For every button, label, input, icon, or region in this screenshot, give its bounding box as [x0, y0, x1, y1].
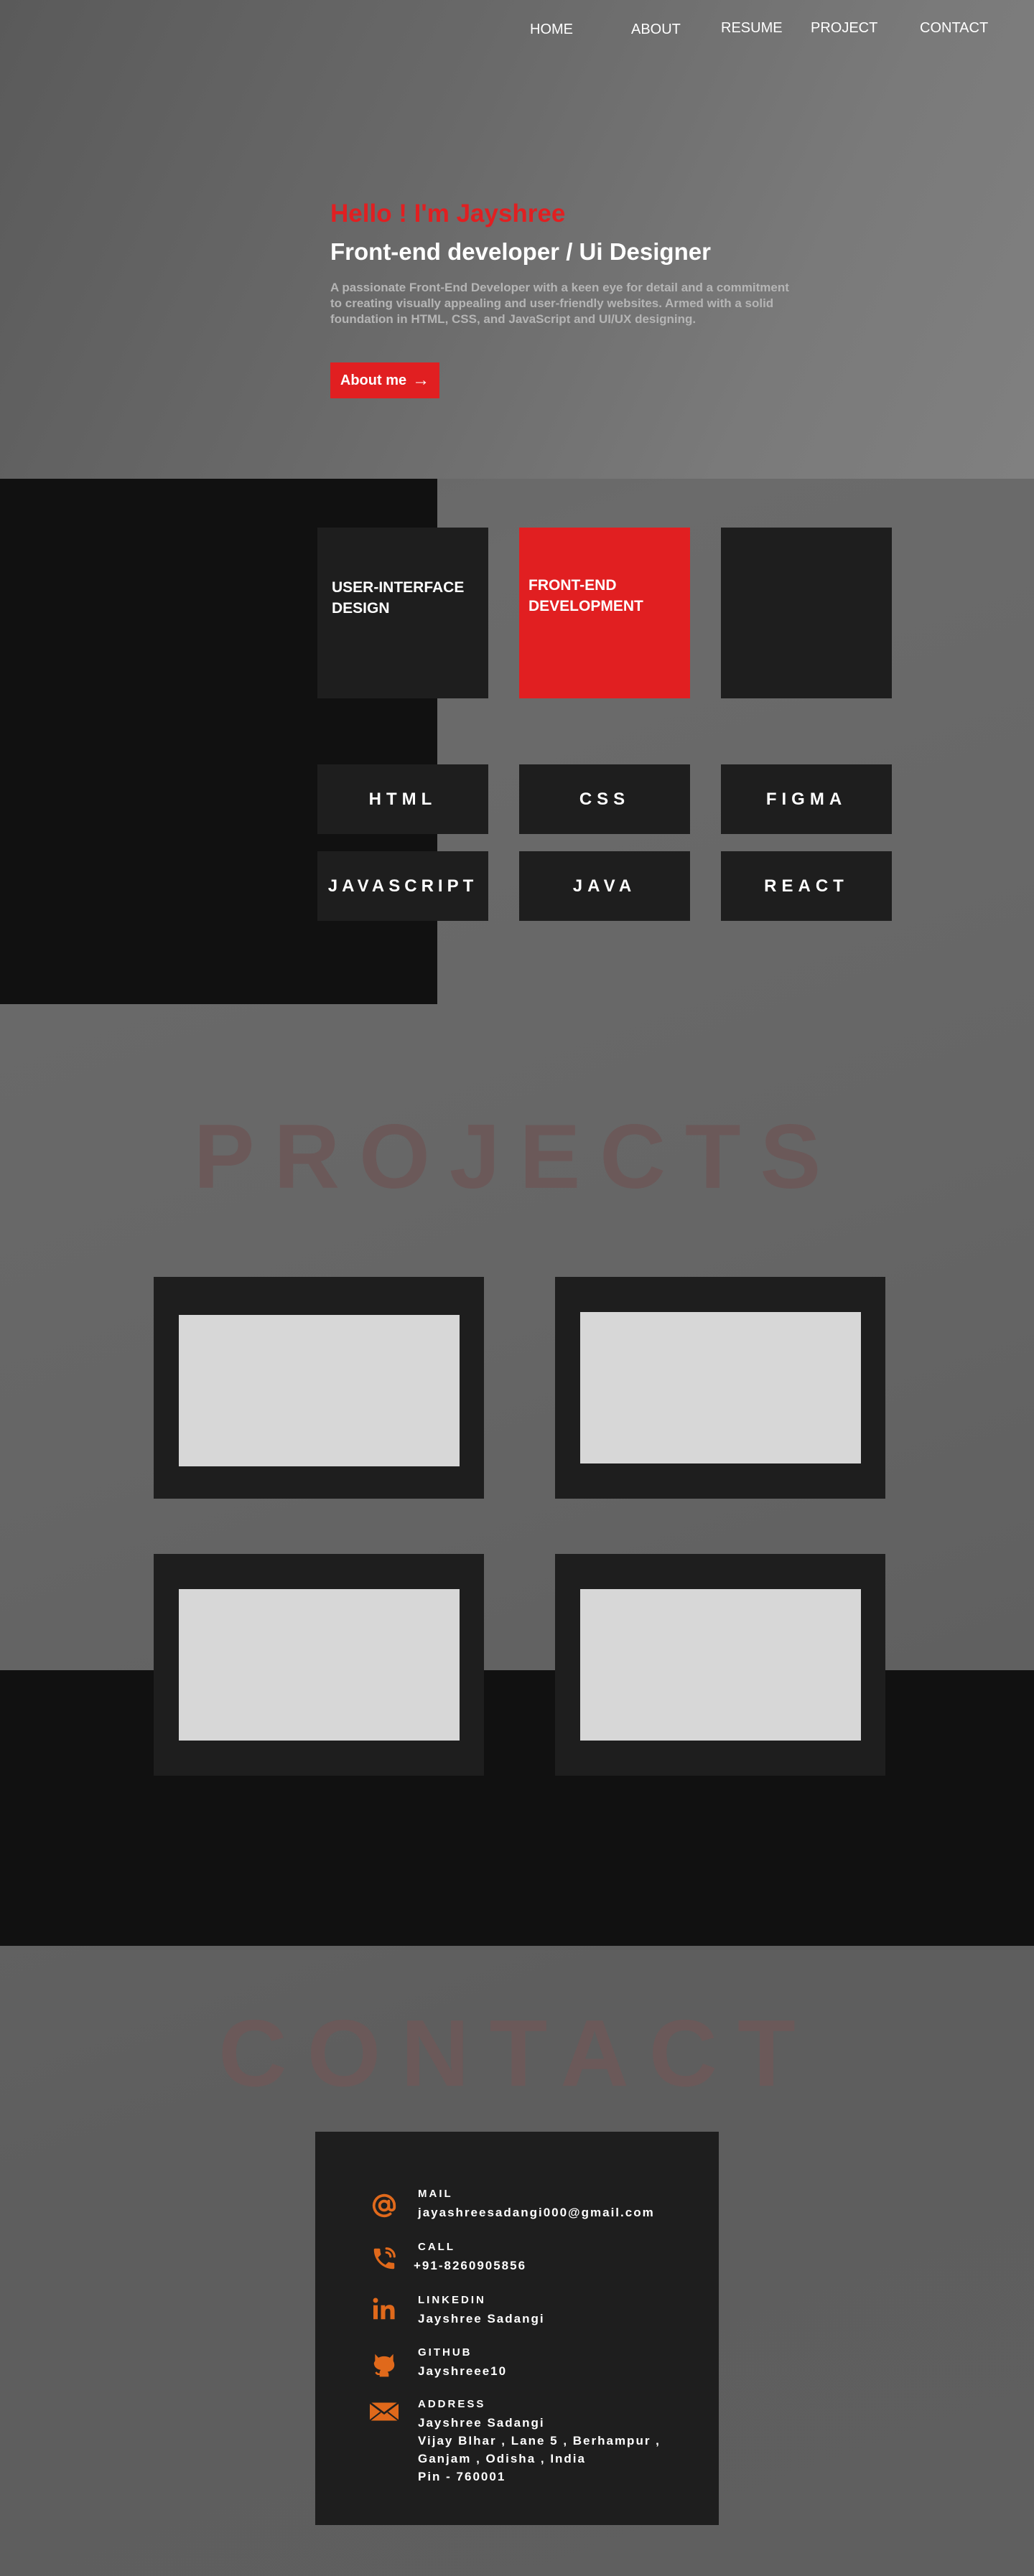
contact-title: CONTACT	[218, 2000, 816, 2106]
nav-project[interactable]: PROJECT	[811, 20, 877, 37]
skill-figma: FIGMA	[721, 764, 892, 834]
service-card-empty	[721, 528, 892, 698]
about-me-label: About me	[340, 372, 407, 388]
hero-intro: A passionate Front-End Developer with a …	[330, 281, 789, 326]
address-line: Pin - 760001	[418, 2470, 506, 2483]
linkedin-icon	[369, 2294, 399, 2324]
nav-contact[interactable]: CONTACT	[920, 20, 988, 37]
contact-card: MAIL jayashreesadangi000@gmail.com CALL …	[315, 2132, 719, 2525]
nav-home[interactable]: HOME	[530, 22, 573, 38]
contact-label: MAIL	[418, 2188, 453, 2200]
contact-label: ADDRESS	[418, 2398, 486, 2410]
nav-about[interactable]: ABOUT	[631, 22, 681, 38]
contact-email-link[interactable]: jayashreesadangi000@gmail.com	[418, 2203, 705, 2221]
project-card[interactable]	[154, 1277, 484, 1499]
project-card[interactable]	[555, 1554, 885, 1776]
project-card[interactable]	[555, 1277, 885, 1499]
projects-title: PROJECTS	[193, 1105, 841, 1207]
nav-resume[interactable]: RESUME	[721, 20, 783, 37]
contact-label: CALL	[418, 2241, 455, 2253]
arrow-right-icon: →	[412, 370, 430, 390]
project-thumbnail	[580, 1589, 861, 1741]
service-card-frontend: FRONT-END DEVELOPMENT	[519, 528, 690, 698]
contact-github-link[interactable]: Jayshreee10	[418, 2362, 705, 2380]
project-card[interactable]	[154, 1554, 484, 1776]
github-icon	[369, 2349, 399, 2379]
address-line: Jayshree Sadangi	[418, 2416, 545, 2430]
at-icon	[369, 2191, 399, 2221]
contact-linkedin-link[interactable]: Jayshree Sadangi	[418, 2310, 705, 2328]
project-thumbnail	[179, 1589, 460, 1741]
skill-react: REACT	[721, 851, 892, 921]
mail-envelope-icon	[369, 2397, 399, 2427]
skill-css: CSS	[519, 764, 690, 834]
contact-label: LINKEDIN	[418, 2294, 486, 2306]
contact-address-text: Jayshree Sadangi Vijay BIhar , Lane 5 , …	[418, 2414, 705, 2486]
service-card-ui-design: USER-INTERFACE DESIGN	[317, 528, 488, 698]
about-me-button[interactable]: About me →	[330, 362, 439, 398]
skill-javascript: JAVASCRIPT	[317, 851, 488, 921]
address-line: Ganjam , Odisha , India	[418, 2452, 586, 2465]
phone-icon	[369, 2244, 399, 2274]
address-line: Vijay BIhar , Lane 5 , Berhampur ,	[418, 2434, 661, 2448]
hero-greeting: Hello ! I'm Jayshree	[330, 200, 566, 228]
project-thumbnail	[179, 1315, 460, 1466]
skill-java: JAVA	[519, 851, 690, 921]
skill-html: HTML	[317, 764, 488, 834]
contact-phone-link[interactable]: +91-8260905856	[414, 2257, 701, 2275]
project-thumbnail	[580, 1312, 861, 1463]
hero-role: Front-end developer / Ui Designer	[330, 238, 711, 265]
contact-label: GITHUB	[418, 2346, 472, 2359]
